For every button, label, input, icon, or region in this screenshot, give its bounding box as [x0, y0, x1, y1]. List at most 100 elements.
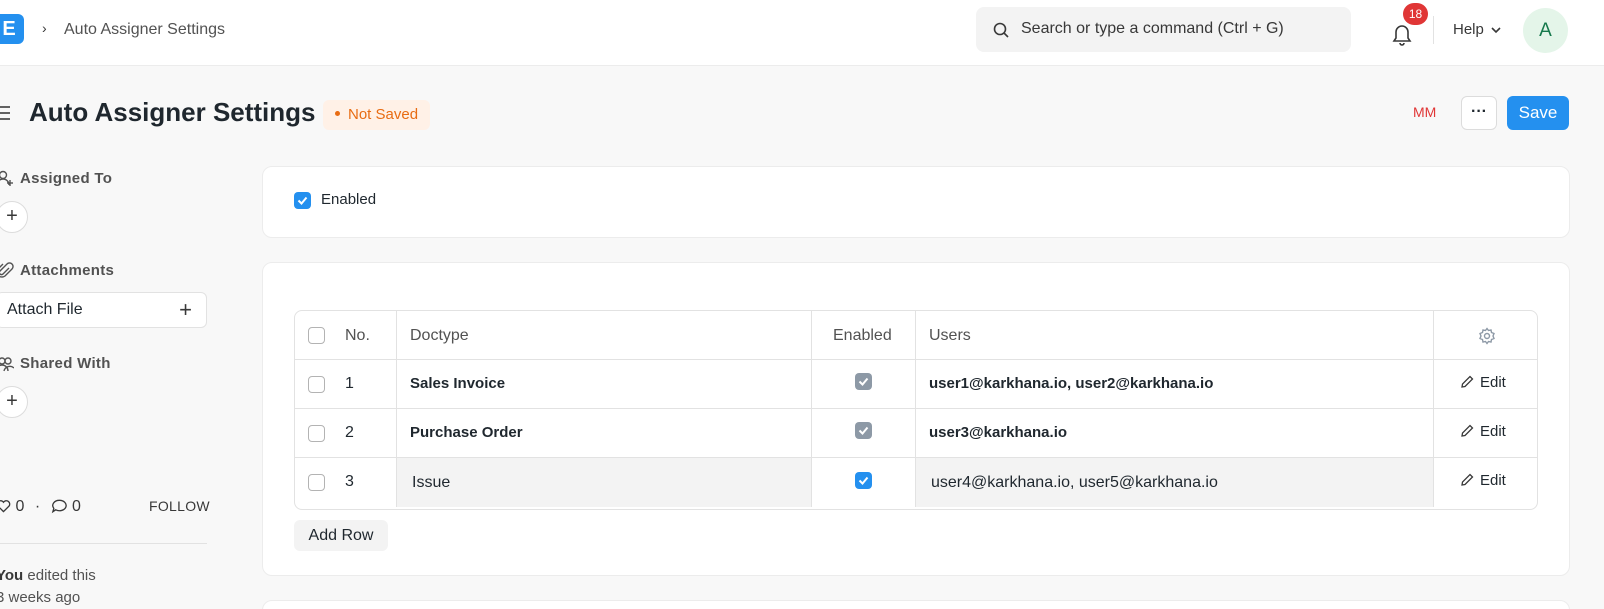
sidebar-divider [0, 543, 207, 544]
search-bar[interactable]: Search or type a command (Ctrl + G) [976, 7, 1351, 52]
status-badge: Not Saved [323, 100, 431, 130]
status-dot-icon [335, 110, 340, 116]
header-users-cell: Users [916, 311, 1434, 360]
attachments-label: Attachments [20, 262, 115, 279]
column-header-no: No. [345, 327, 370, 344]
save-button[interactable]: Save [1507, 96, 1569, 130]
app-logo[interactable]: E [0, 14, 24, 44]
edit-label: Edit [1480, 472, 1506, 489]
edit-label: Edit [1480, 423, 1506, 440]
users-cell[interactable]: user3@karkhana.io [916, 409, 1434, 458]
enabled-cell[interactable] [812, 409, 916, 458]
search-icon [993, 22, 1009, 38]
notification-count-badge: 18 [1403, 3, 1428, 25]
users-cell[interactable]: user1@karkhana.io, user2@karkhana.io [916, 360, 1434, 409]
enabled-cell[interactable] [812, 458, 916, 507]
add-row-button[interactable]: Add Row [294, 520, 388, 551]
breadcrumb-chevron-icon: › [42, 20, 47, 36]
column-header-doctype: Doctype [410, 327, 469, 344]
comment-icon[interactable] [51, 498, 68, 514]
users-value: user3@karkhana.io [929, 424, 1068, 441]
edit-cell: Edit [1434, 360, 1537, 409]
attach-file-button[interactable]: Attach File + [0, 292, 207, 328]
select-all-checkbox[interactable] [308, 327, 325, 344]
header-enabled-cell: Enabled [812, 311, 916, 360]
pencil-icon [1461, 424, 1474, 437]
users-input[interactable]: user4@karkhana.io, user5@karkhana.io [931, 474, 1218, 492]
shared-users-icon [0, 357, 14, 372]
row-checkbox[interactable] [308, 474, 325, 491]
row-number: 2 [345, 424, 354, 441]
edit-row-button[interactable]: Edit [1461, 423, 1506, 440]
more-actions-button[interactable]: ··· [1461, 96, 1497, 130]
user-initials[interactable]: MM [1413, 104, 1436, 120]
sidebar-toggle-icon[interactable] [0, 104, 16, 122]
row-number: 3 [345, 473, 354, 490]
breadcrumb[interactable]: Auto Assigner Settings [64, 21, 225, 39]
paperclip-icon [0, 262, 14, 278]
table-header-row: No. Doctype Enabled Users [295, 311, 1537, 360]
doctype-cell[interactable]: Purchase Order [397, 409, 812, 458]
enabled-cell[interactable] [812, 360, 916, 409]
add-share-button[interactable]: + [0, 386, 28, 418]
table-row[interactable]: 3 Issue user4@karkhana.io, user5@karkhan… [295, 458, 1537, 507]
activity-user: You [0, 567, 24, 584]
row-select-cell: 3 [295, 458, 397, 507]
pencil-icon [1461, 473, 1474, 486]
doctype-cell[interactable]: Issue [397, 458, 812, 507]
likes-count: 0 [15, 498, 25, 515]
add-assignee-button[interactable]: + [0, 201, 28, 233]
edit-cell: Edit [1434, 458, 1537, 507]
help-menu[interactable]: Help [1453, 21, 1484, 38]
page-title: Auto Assigner Settings [29, 97, 316, 127]
user-avatar[interactable]: A [1523, 8, 1568, 53]
table-row[interactable]: 2 Purchase Order user3@karkhana.io Edit [295, 409, 1537, 458]
users-cell[interactable]: user4@karkhana.io, user5@karkhana.io [916, 458, 1434, 507]
assigned-to-label: Assigned To [20, 170, 113, 187]
edit-row-button[interactable]: Edit [1461, 472, 1506, 489]
comments-count: 0 [72, 498, 81, 515]
table-row[interactable]: 1 Sales Invoice user1@karkhana.io, user2… [295, 360, 1537, 409]
doctype-input[interactable]: Issue [412, 474, 450, 492]
attach-file-label: Attach File [7, 301, 83, 318]
rules-table: No. Doctype Enabled Users 1 Sales Invoic… [294, 310, 1538, 510]
pencil-icon [1461, 375, 1474, 388]
next-section-card [262, 600, 1570, 609]
users-value: user1@karkhana.io, user2@karkhana.io [929, 375, 1214, 392]
header-settings-cell [1434, 311, 1537, 360]
activity-log: You edited this 3 weeks ago [0, 565, 96, 609]
plus-icon: + [179, 297, 192, 322]
header-doctype-cell: Doctype [397, 311, 812, 360]
header-select-cell: No. [295, 311, 397, 360]
doctype-cell[interactable]: Sales Invoice [397, 360, 812, 409]
chevron-down-icon [1491, 27, 1501, 34]
activity-time: 3 weeks ago [0, 589, 81, 606]
stats-separator: · [34, 498, 41, 515]
row-checkbox[interactable] [308, 376, 325, 393]
row-enabled-checkbox[interactable] [855, 472, 872, 489]
row-enabled-checkbox[interactable] [855, 422, 872, 439]
row-checkbox[interactable] [308, 425, 325, 442]
shared-with-label: Shared With [20, 355, 111, 372]
heart-icon[interactable] [0, 499, 11, 513]
navbar-divider [1433, 16, 1434, 44]
settings-card [262, 166, 1570, 238]
column-header-users: Users [929, 327, 971, 344]
likes-comments: 0 · 0 [0, 498, 81, 516]
enabled-checkbox[interactable] [294, 192, 311, 209]
enabled-label: Enabled [321, 191, 377, 208]
notification-bell-icon[interactable] [1390, 21, 1414, 47]
row-number: 1 [345, 375, 354, 392]
row-select-cell: 2 [295, 409, 397, 458]
gear-icon[interactable] [1478, 327, 1496, 345]
edit-row-button[interactable]: Edit [1461, 374, 1506, 391]
column-header-enabled: Enabled [833, 327, 892, 344]
edit-cell: Edit [1434, 409, 1537, 458]
search-input[interactable]: Search or type a command (Ctrl + G) [1021, 20, 1284, 38]
row-enabled-checkbox[interactable] [855, 373, 872, 390]
doctype-value: Sales Invoice [410, 375, 506, 392]
activity-text: edited this [23, 567, 96, 584]
top-navbar: E › Auto Assigner Settings Search or typ… [0, 0, 1604, 66]
follow-button[interactable]: FOLLOW [149, 498, 210, 514]
add-user-icon [0, 170, 13, 186]
